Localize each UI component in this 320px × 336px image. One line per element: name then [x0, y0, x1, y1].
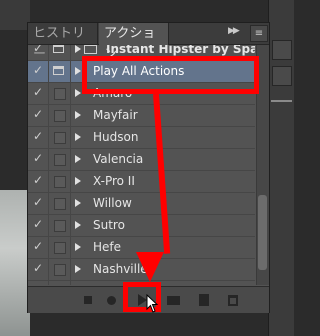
dock-separator — [271, 100, 292, 102]
dialog-empty-box — [54, 88, 66, 100]
toggle-item-cell[interactable]: ✓ — [28, 61, 49, 82]
action-label: Willow — [93, 196, 132, 210]
action-label: Hudson — [93, 130, 139, 144]
action-row[interactable]: ✓ Mayfair — [28, 105, 255, 127]
checkmark-icon: ✓ — [33, 45, 44, 55]
action-row[interactable]: ✓ Hudson — [28, 127, 255, 149]
action-label: Sutro — [93, 218, 125, 232]
checkmark-icon: ✓ — [33, 283, 43, 285]
expand-triangle-icon[interactable] — [75, 221, 81, 229]
action-label: Hefe — [93, 240, 122, 254]
toggle-dialog-cell[interactable] — [49, 193, 71, 214]
dialog-empty-box — [54, 198, 66, 210]
tab-history[interactable]: ヒストリー — [28, 23, 98, 62]
toggle-item-cell[interactable]: ✓ — [28, 149, 49, 170]
trash-icon[interactable] — [225, 292, 241, 308]
dialog-empty-box — [54, 132, 66, 144]
action-row[interactable]: ✓ X-Pro II — [28, 171, 255, 193]
action-row[interactable]: ✓ Sutro — [28, 215, 255, 237]
checkmark-icon: ✓ — [33, 217, 44, 231]
dock-button-icon[interactable] — [272, 66, 292, 86]
toggle-dialog-cell[interactable] — [49, 171, 71, 192]
action-row[interactable]: ✓ Valencia — [28, 149, 255, 171]
toggle-item-cell[interactable]: ✓ — [28, 215, 49, 236]
dialog-empty-box — [54, 220, 66, 232]
dialog-empty-box — [54, 154, 66, 166]
expand-triangle-icon[interactable] — [75, 67, 81, 75]
record-icon[interactable] — [103, 292, 119, 308]
expand-triangle-icon[interactable] — [75, 265, 81, 273]
annotation-arrow-head — [136, 252, 164, 282]
dialog-empty-box — [54, 110, 66, 122]
expand-triangle-icon[interactable] — [75, 133, 81, 141]
tab-actions[interactable]: アクション — [99, 23, 169, 62]
expand-triangle-icon[interactable] — [75, 155, 81, 163]
toggle-item-cell[interactable]: ✓ — [28, 127, 49, 148]
background-canvas-top — [0, 0, 30, 30]
checkmark-icon: ✓ — [33, 195, 44, 209]
highlight-box-play-all — [82, 56, 259, 94]
dialog-empty-box — [54, 176, 66, 188]
toggle-dialog-cell[interactable] — [49, 105, 71, 126]
toggle-item-cell[interactable]: ✓ — [28, 259, 49, 280]
checkmark-icon: ✓ — [33, 85, 44, 99]
toggle-item-cell[interactable]: ✓ — [28, 237, 49, 258]
background-canvas-image — [0, 190, 30, 336]
new-set-folder-icon[interactable] — [166, 292, 182, 308]
action-label: Mayfair — [93, 108, 138, 122]
toggle-item-cell[interactable]: ✓ — [28, 193, 49, 214]
panel-menu-icon[interactable]: ≡ — [250, 25, 268, 42]
toggle-dialog-cell[interactable] — [49, 127, 71, 148]
action-label: 1977 — [93, 281, 124, 285]
checkmark-icon: ✓ — [33, 151, 44, 165]
panel-tabbar: ヒストリー アクション ▶▶ ≡ — [28, 23, 269, 62]
toggle-item-cell[interactable]: ✓ — [28, 45, 49, 60]
checkmark-icon: ✓ — [33, 239, 44, 253]
checkmark-icon: ✓ — [33, 261, 44, 275]
action-label: X-Pro II — [93, 174, 135, 188]
expand-triangle-icon[interactable] — [75, 199, 81, 207]
toggle-item-cell[interactable]: ✓ — [28, 281, 49, 285]
stop-icon[interactable] — [80, 292, 96, 308]
expand-triangle-icon[interactable] — [75, 89, 81, 97]
dialog-empty-box — [54, 242, 66, 254]
mouse-cursor-icon — [146, 294, 159, 313]
action-label: Valencia — [93, 152, 144, 166]
checkmark-icon: ✓ — [33, 129, 44, 143]
expand-triangle-icon[interactable] — [75, 45, 81, 53]
dialog-empty-box — [54, 264, 66, 276]
toggle-dialog-cell[interactable] — [49, 237, 71, 258]
new-action-icon[interactable] — [196, 292, 212, 308]
folder-icon — [84, 45, 97, 54]
checkmark-icon: ✓ — [33, 107, 44, 121]
toggle-dialog-cell[interactable] — [49, 61, 71, 82]
dialog-icon — [53, 45, 64, 53]
dialog-icon — [53, 66, 64, 75]
toggle-dialog-cell[interactable] — [49, 149, 71, 170]
expand-triangle-icon[interactable] — [75, 243, 81, 251]
action-row[interactable]: ✓ Willow — [28, 193, 255, 215]
right-dock-strip — [268, 0, 294, 336]
toggle-dialog-cell[interactable] — [49, 215, 71, 236]
toggle-item-cell[interactable]: ✓ — [28, 105, 49, 126]
collapse-panel-icon[interactable]: ▶▶ — [228, 26, 240, 36]
toggle-item-cell[interactable]: ✓ — [28, 171, 49, 192]
checkmark-icon: ✓ — [33, 173, 44, 187]
scrollbar-thumb[interactable] — [258, 195, 267, 270]
checkmark-icon: ✓ — [33, 63, 44, 77]
toggle-dialog-cell[interactable] — [49, 281, 71, 285]
toggle-item-cell[interactable]: ✓ — [28, 83, 49, 104]
toggle-dialog-cell[interactable] — [49, 45, 71, 60]
toggle-dialog-cell[interactable] — [49, 83, 71, 104]
expand-triangle-icon[interactable] — [75, 177, 81, 185]
dock-button-icon[interactable] — [272, 40, 292, 60]
expand-triangle-icon[interactable] — [75, 111, 81, 119]
toggle-dialog-cell[interactable] — [49, 259, 71, 280]
